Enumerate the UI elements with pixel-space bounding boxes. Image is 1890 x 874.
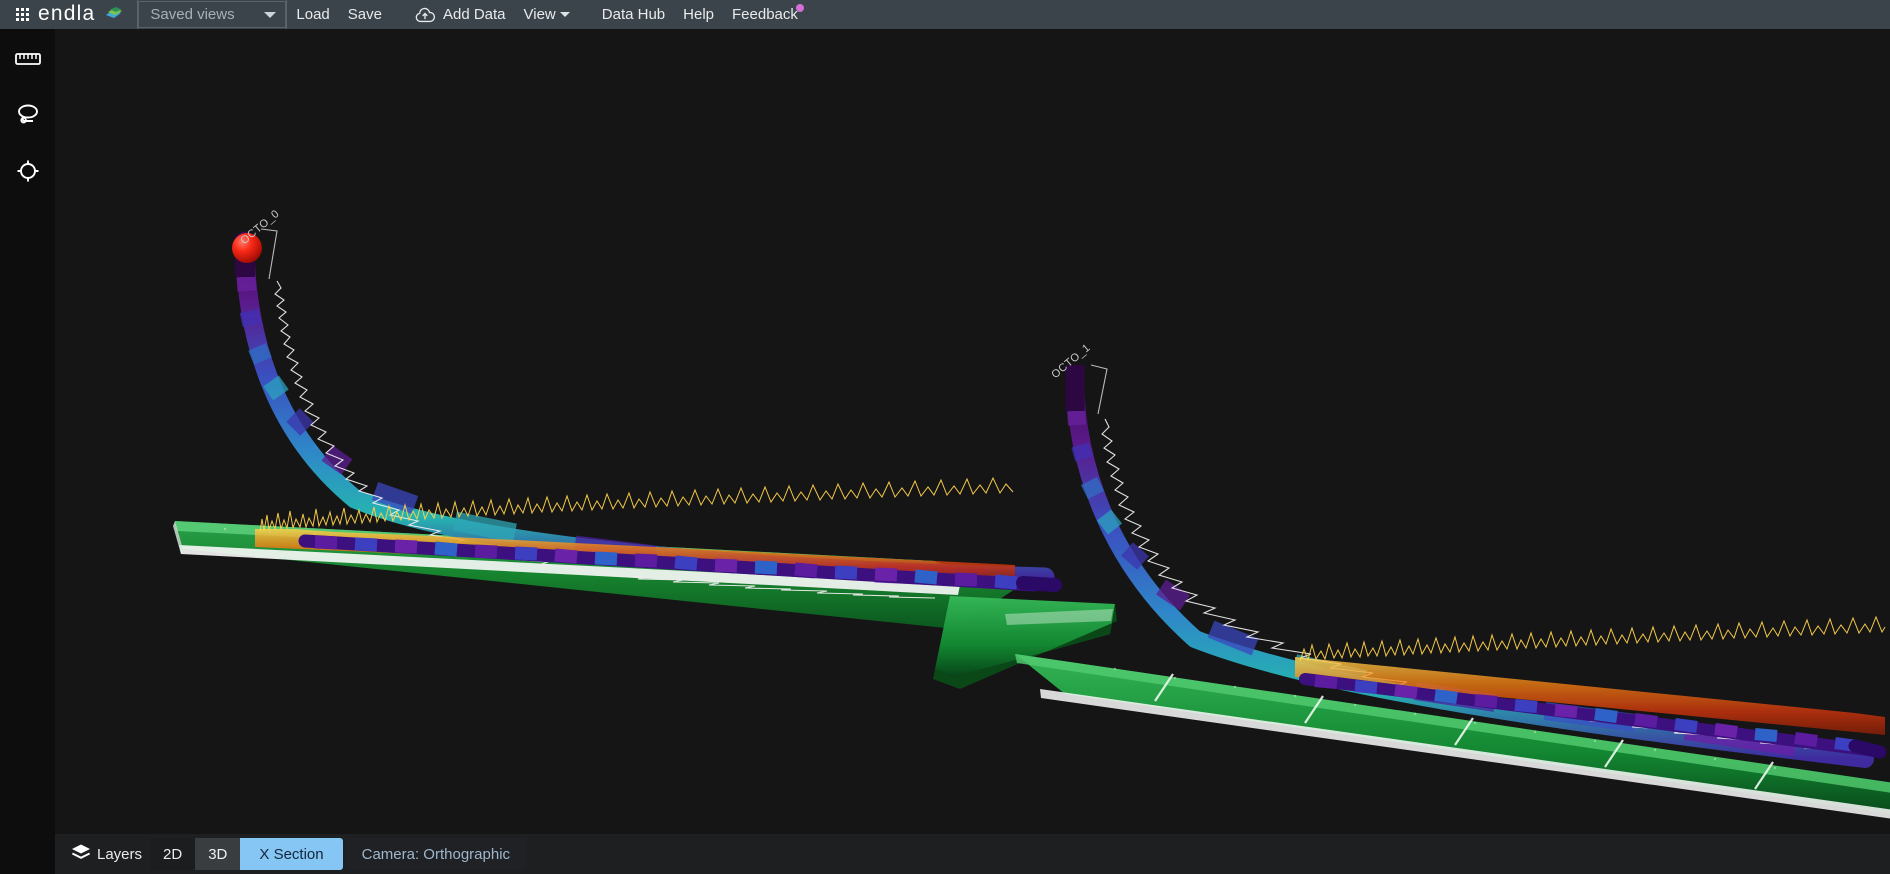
view-mode-segmented-control: 2D 3D X Section: [150, 838, 343, 870]
3d-viewport[interactable]: OCTO_0 OCTO_1: [55, 29, 1890, 874]
view-mode-x-section[interactable]: X Section: [240, 838, 343, 870]
subsurface-scene: OCTO_0 OCTO_1: [55, 29, 1890, 874]
layers-label: Layers: [97, 845, 143, 863]
view-mode-2d[interactable]: 2D: [150, 838, 196, 870]
layers-panel-button[interactable]: Layers: [63, 834, 148, 874]
ruler-icon: [14, 51, 41, 67]
chevron-down-icon[interactable]: [264, 11, 277, 18]
feedback-button[interactable]: Feedback: [723, 0, 815, 29]
saved-views-label: Saved views: [150, 6, 235, 23]
layers-stack-icon: [71, 843, 91, 865]
well-trajectory-octo-0: [232, 228, 1055, 588]
camera-mode-button[interactable]: Camera: Orthographic: [345, 838, 527, 870]
app-root: endla Saved views Load Save Add Data Vie…: [0, 0, 1890, 874]
load-button[interactable]: Load: [287, 0, 338, 29]
data-hub-button[interactable]: Data Hub: [593, 0, 674, 29]
lasso-select-tool-button[interactable]: [8, 97, 48, 133]
apps-grid-icon[interactable]: [16, 8, 29, 21]
brand-name: endla: [38, 2, 96, 25]
chevron-down-icon: [559, 12, 570, 17]
cloud-upload-icon: [414, 7, 436, 23]
saved-views-dropdown[interactable]: Saved views: [138, 1, 287, 28]
help-button[interactable]: Help: [674, 0, 723, 29]
measure-tool-button[interactable]: [8, 41, 48, 77]
brand-logo[interactable]: endla: [0, 0, 137, 29]
add-data-button[interactable]: Add Data: [405, 0, 515, 29]
lasso-icon: [15, 103, 41, 127]
bottom-status-bar: Layers 2D 3D X Section Camera: Orthograp…: [55, 834, 1890, 874]
feedback-label: Feedback: [732, 6, 798, 23]
layers-leaf-icon: [104, 5, 123, 24]
add-data-label: Add Data: [442, 6, 506, 23]
view-mode-3d[interactable]: 3D: [195, 838, 241, 870]
target-tool-button[interactable]: [8, 153, 48, 189]
left-tool-rail: [0, 29, 55, 874]
top-toolbar: endla Saved views Load Save Add Data Vie…: [0, 0, 1890, 29]
crosshair-target-icon: [16, 159, 40, 183]
save-button[interactable]: Save: [339, 0, 391, 29]
view-menu[interactable]: View: [515, 0, 579, 29]
view-menu-label: View: [523, 6, 556, 23]
feedback-notification-badge: [795, 3, 804, 12]
